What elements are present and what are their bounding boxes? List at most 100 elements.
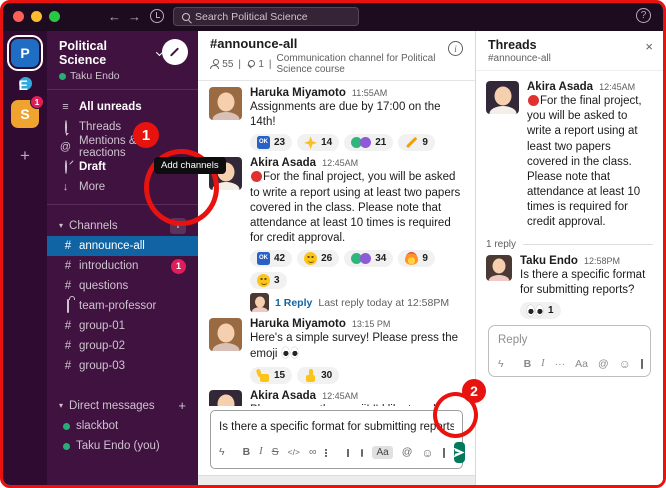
channel-label: group-02 <box>79 340 125 352</box>
emoji-icon[interactable]: ☺ <box>619 358 631 370</box>
message-timestamp[interactable]: 12:45AM <box>599 82 635 92</box>
code-block-icon[interactable] <box>361 449 363 457</box>
message-author[interactable]: Haruka Miyamoto <box>250 87 346 99</box>
text-format-toggle[interactable]: Aa <box>575 359 588 370</box>
channel-title[interactable]: #announce-all <box>210 36 463 51</box>
thread-replies-link[interactable]: 1 Reply <box>275 297 312 309</box>
channel-questions[interactable]: # questions <box>47 276 198 296</box>
dm-header[interactable]: Direct messages <box>69 400 172 412</box>
channels-header[interactable]: Channels <box>69 220 164 232</box>
avatar[interactable] <box>209 87 242 120</box>
history-clock-icon[interactable] <box>150 9 164 23</box>
close-window-button[interactable] <box>13 11 24 22</box>
mention-icon[interactable]: @ <box>598 359 609 370</box>
message-timestamp[interactable]: 12:45AM <box>322 158 358 168</box>
channel-topic[interactable]: Communication channel for Political Scie… <box>277 53 464 75</box>
history-back-icon[interactable]: ← <box>108 10 121 23</box>
channels-collapse-icon[interactable]: ▾ <box>59 221 63 230</box>
channel-group-01[interactable]: # group-01 <box>47 316 198 336</box>
add-workspace-button[interactable]: + <box>20 146 30 166</box>
channel-label: introduction <box>79 260 138 272</box>
bold-icon[interactable]: B <box>243 447 251 458</box>
reaction-pill[interactable]: 3 <box>250 272 287 289</box>
history-forward-icon[interactable]: → <box>128 10 141 23</box>
message-author[interactable]: Haruka Miyamoto <box>250 318 346 330</box>
code-icon[interactable]: </> <box>288 448 300 457</box>
channel-group-02[interactable]: # group-02 <box>47 336 198 356</box>
reaction-pill[interactable]: 9 <box>398 250 435 267</box>
add-dm-button[interactable]: + <box>178 398 186 413</box>
strikethrough-icon[interactable]: S <box>272 447 279 458</box>
pin-count[interactable]: 1 <box>258 59 264 70</box>
window-titlebar: ← → Search Political Science ? <box>3 3 663 31</box>
sidebar-item-threads[interactable]: Threads <box>47 117 198 137</box>
reaction-pill[interactable]: 23 <box>250 134 292 151</box>
message-timestamp[interactable]: 12:45AM <box>322 391 358 401</box>
shortcuts-icon[interactable]: ϟ <box>219 447 225 458</box>
blockquote-icon[interactable] <box>347 449 352 457</box>
channel-team-professor[interactable]: team-professor <box>47 296 198 316</box>
info-icon[interactable]: i <box>448 41 463 56</box>
avatar[interactable] <box>209 390 242 406</box>
new-message-button[interactable] <box>162 39 188 65</box>
workspace-switcher-p[interactable]: P <box>11 39 39 67</box>
italic-icon[interactable]: I <box>259 447 263 458</box>
channel-label: announce-all <box>79 240 145 252</box>
message-text: Here's a simple survey! Please press the… <box>250 331 461 362</box>
dm-collapse-icon[interactable]: ▾ <box>59 401 63 410</box>
message-author[interactable]: Akira Asada <box>527 81 593 93</box>
attach-icon[interactable] <box>641 359 643 369</box>
workspace-switcher-e[interactable]: E <box>19 77 32 90</box>
reaction-pill[interactable]: 1 <box>520 302 561 319</box>
message-author[interactable]: Akira Asada <box>250 157 316 169</box>
reaction-pill[interactable]: 9 <box>398 134 435 151</box>
attach-icon[interactable] <box>443 448 445 458</box>
text-format-toggle[interactable]: Aa <box>372 446 392 459</box>
channel-announce-all[interactable]: # announce-all <box>47 236 198 256</box>
message-timestamp[interactable]: 13:15 PM <box>352 319 391 329</box>
reply-composer[interactable]: Reply ϟ B I ··· Aa @ ☺ <box>488 325 651 377</box>
mention-icon[interactable]: @ <box>402 447 413 458</box>
avatar[interactable] <box>209 318 242 351</box>
dm-taku-endo[interactable]: Taku Endo (you) <box>47 436 198 456</box>
reply-input[interactable]: Reply <box>498 334 641 346</box>
channel-introduction[interactable]: # introduction 1 <box>47 256 198 276</box>
emoji-icon[interactable]: ☺ <box>421 447 433 459</box>
close-icon[interactable]: × <box>645 40 653 53</box>
message-author[interactable]: Akira Asada <box>250 390 316 402</box>
reaction-pill[interactable]: 21 <box>344 134 393 151</box>
dm-slackbot[interactable]: slackbot <box>47 416 198 436</box>
avatar[interactable] <box>486 81 519 114</box>
maximize-window-button[interactable] <box>49 11 60 22</box>
bold-icon[interactable]: B <box>524 359 532 370</box>
minimize-window-button[interactable] <box>31 11 42 22</box>
presence-dot <box>63 423 70 430</box>
smiley-emoji-icon <box>257 274 270 287</box>
ordered-list-icon[interactable] <box>325 449 329 457</box>
message-composer[interactable]: ϟ B I S </> ∞ Aa @ ☺ <box>210 410 463 469</box>
avatar[interactable] <box>486 255 512 281</box>
shortcuts-icon[interactable]: ϟ <box>498 359 504 370</box>
message-author[interactable]: Taku Endo <box>520 255 578 267</box>
thread-reply-bar[interactable]: 1 Reply Last reply today at 12:58PM <box>250 293 461 312</box>
reaction-pill[interactable]: 30 <box>297 367 339 384</box>
reaction-pill[interactable]: 42 <box>250 250 292 267</box>
message-timestamp[interactable]: 11:55AM <box>352 88 387 98</box>
reaction-pill[interactable]: 14 <box>297 134 339 151</box>
workspace-switcher-s[interactable]: S 1 <box>11 100 39 128</box>
help-icon[interactable]: ? <box>636 8 651 23</box>
reaction-pill[interactable]: 26 <box>297 250 339 267</box>
link-icon[interactable]: ∞ <box>309 447 317 458</box>
message-input[interactable] <box>219 421 454 433</box>
italic-icon[interactable]: I <box>541 359 545 370</box>
member-count[interactable]: 55 <box>222 59 233 70</box>
more-formatting-icon[interactable]: ··· <box>555 359 566 370</box>
sidebar-item-all-unreads[interactable]: ≡ All unreads <box>47 97 198 117</box>
reaction-pill[interactable]: 34 <box>344 250 393 267</box>
send-button[interactable] <box>454 442 465 463</box>
channel-group-03[interactable]: # group-03 <box>47 356 198 376</box>
workspace-header[interactable]: Political Science Taku Endo <box>47 31 198 90</box>
search-input[interactable]: Search Political Science <box>173 7 359 26</box>
message-timestamp[interactable]: 12:58PM <box>584 256 620 266</box>
reaction-pill[interactable]: 15 <box>250 367 292 384</box>
